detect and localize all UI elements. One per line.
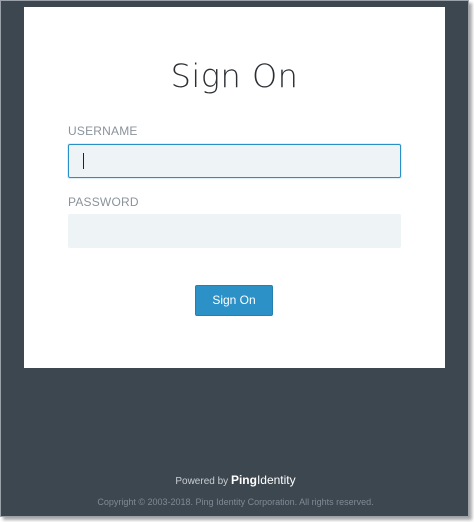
sign-on-button[interactable]: Sign On [195, 285, 273, 316]
login-window: Sign On USERNAME PASSWORD Sign On Powere… [0, 0, 469, 517]
brand-light: Identity [256, 473, 296, 487]
page-title: Sign On [170, 57, 299, 95]
powered-by: Powered by PingIdentity [1, 473, 470, 487]
password-label: PASSWORD [68, 195, 139, 209]
text-caret [83, 153, 84, 169]
powered-by-text: Powered by [175, 476, 229, 487]
copyright-text: Copyright © 2003-2018. Ping Identity Cor… [97, 497, 374, 507]
login-card: Sign On USERNAME PASSWORD Sign On [24, 7, 445, 368]
username-label: USERNAME [68, 124, 138, 138]
password-field[interactable] [68, 214, 401, 248]
username-field[interactable] [68, 144, 401, 178]
brand-bold: Ping [230, 473, 257, 487]
ping-identity-logo: PingIdentity [231, 473, 296, 487]
